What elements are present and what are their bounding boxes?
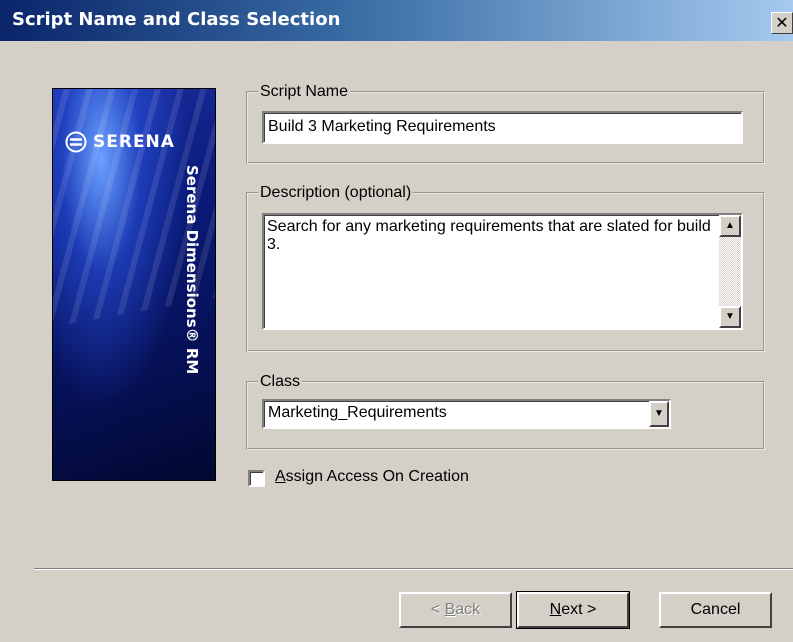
chevron-down-icon: ▼ <box>654 408 664 419</box>
close-button[interactable]: ✕ <box>771 12 793 34</box>
assign-access-label[interactable]: Assign Access On Creation <box>275 468 469 486</box>
class-label: Class <box>258 372 303 392</box>
script-name-label: Script Name <box>258 82 351 102</box>
button-separator <box>34 568 793 570</box>
scroll-down-button[interactable]: ▼ <box>719 306 741 328</box>
description-value: Search for any marketing requirements th… <box>267 218 711 253</box>
title-bar: Script Name and Class Selection ✕ <box>0 0 793 41</box>
description-label: Description (optional) <box>258 183 414 203</box>
class-select[interactable]: Marketing_Requirements ▼ <box>262 399 671 429</box>
cancel-button[interactable]: Cancel <box>659 592 772 628</box>
window-title: Script Name and Class Selection <box>12 9 341 30</box>
script-name-value: Build 3 Marketing Requirements <box>268 118 496 135</box>
description-group: Description (optional) Search for any ma… <box>246 183 765 352</box>
scroll-up-button[interactable]: ▲ <box>719 215 741 237</box>
product-name: Serena Dimensions® RM <box>183 165 201 375</box>
next-button[interactable]: Next > <box>516 591 630 629</box>
description-textarea[interactable]: Search for any marketing requirements th… <box>262 213 743 330</box>
back-button[interactable]: < Back <box>399 592 512 628</box>
serena-logo: SERENA <box>65 131 175 153</box>
script-name-group: Script Name Build 3 Marketing Requiremen… <box>246 82 765 164</box>
script-name-input[interactable]: Build 3 Marketing Requirements <box>262 111 743 144</box>
arrow-down-icon: ▼ <box>725 311 735 322</box>
class-selected-value: Marketing_Requirements <box>268 404 447 421</box>
arrow-up-icon: ▲ <box>725 220 735 231</box>
logo-text: SERENA <box>93 132 175 152</box>
serena-s-icon <box>65 131 87 153</box>
product-banner: SERENA Serena Dimensions® RM <box>52 88 216 481</box>
class-dropdown-button[interactable]: ▼ <box>649 401 669 427</box>
description-scrollbar[interactable]: ▲ ▼ <box>719 215 741 328</box>
assign-access-checkbox[interactable] <box>248 470 265 487</box>
close-icon: ✕ <box>775 13 789 32</box>
class-group: Class Marketing_Requirements ▼ <box>246 372 765 450</box>
